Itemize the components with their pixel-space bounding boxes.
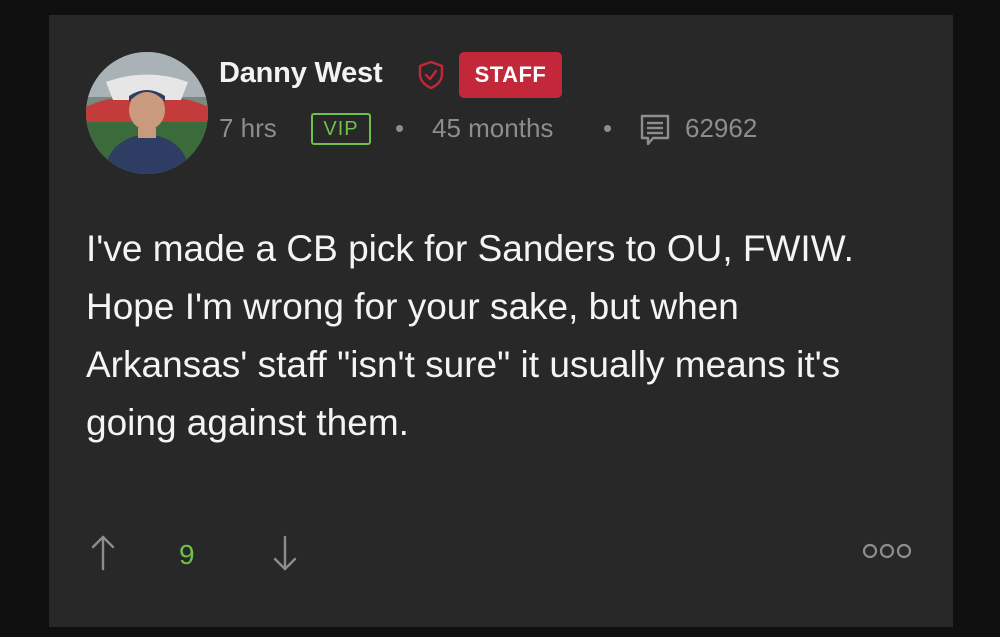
member-duration: 45 months <box>432 113 554 143</box>
vip-badge: VIP <box>311 113 371 145</box>
message-lines-icon <box>640 114 670 146</box>
meta-separator: • <box>395 113 405 143</box>
post-body: I've made a CB pick for Sanders to OU, F… <box>86 228 854 443</box>
post-timestamp[interactable]: 7 hrs <box>219 113 277 144</box>
arrow-down-icon[interactable] <box>271 533 299 573</box>
message-count: 62962 <box>685 113 758 143</box>
meta-separator: • <box>603 113 613 143</box>
shield-check-icon <box>418 60 444 90</box>
arrow-up-icon[interactable] <box>89 533 117 573</box>
staff-badge: STAFF <box>459 52 562 98</box>
vote-score: 9 <box>179 539 195 570</box>
more-options-icon[interactable] <box>861 541 913 561</box>
author-name[interactable]: Danny West <box>219 57 383 90</box>
post-card: Danny West STAFF 7 hrs VIP • 45 months •… <box>49 15 953 627</box>
avatar[interactable] <box>86 52 208 174</box>
